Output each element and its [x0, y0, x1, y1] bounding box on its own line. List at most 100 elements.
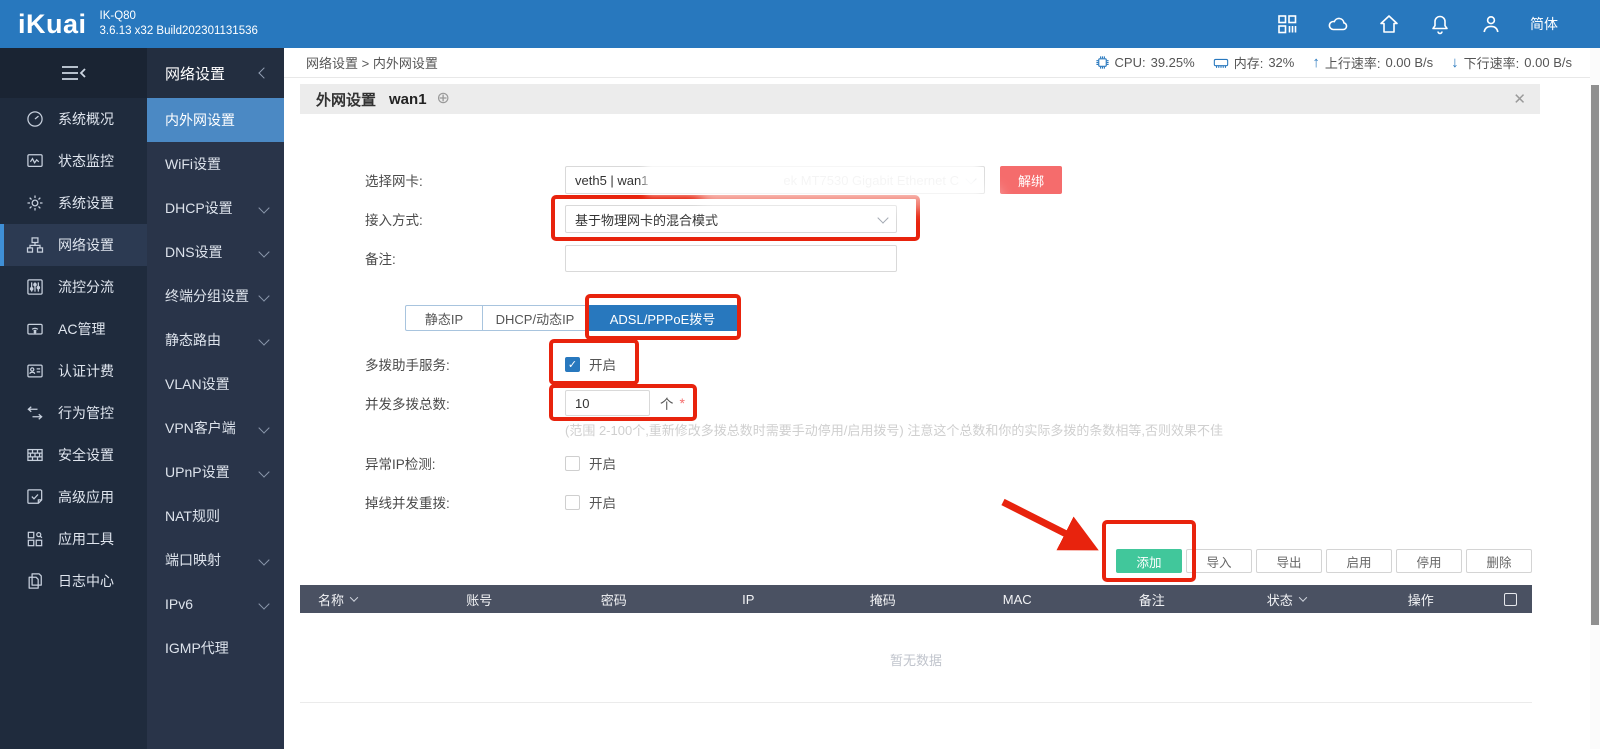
select-all-checkbox[interactable]: [1504, 593, 1517, 606]
sidebar-item-status-monitor[interactable]: 状态监控: [0, 140, 147, 182]
export-button[interactable]: 导出: [1256, 549, 1322, 573]
submenu-item-terminal-group-settings[interactable]: 终端分组设置: [147, 274, 284, 318]
sidebar-item-label: 应用工具: [58, 529, 114, 549]
wifi-router-icon: [25, 319, 45, 339]
submenu-item-nat-rules[interactable]: NAT规则: [147, 494, 284, 538]
tab-pppoe[interactable]: ADSL/PPPoE拨号: [588, 305, 738, 331]
sidebar-item-system-settings[interactable]: 系统设置: [0, 182, 147, 224]
delete-button[interactable]: 删除: [1466, 549, 1532, 573]
sidebar-item-label: 流控分流: [58, 277, 114, 297]
remark-input[interactable]: [565, 245, 897, 272]
submenu-item-label: DHCP设置: [165, 198, 233, 218]
submenu-header[interactable]: 网络设置: [147, 48, 284, 98]
submenu-item-label: NAT规则: [165, 506, 220, 526]
cloud-icon[interactable]: [1326, 12, 1350, 36]
empty-table-text: 暂无数据: [300, 641, 1532, 681]
sidebar-item-flow-control[interactable]: 流控分流: [0, 266, 147, 308]
table-bottom-border: [300, 702, 1532, 703]
gauge-icon: [25, 109, 45, 129]
submenu-item-label: IGMP代理: [165, 638, 229, 658]
language-switcher[interactable]: 简体: [1530, 14, 1558, 34]
submenu-item-label: DNS设置: [165, 242, 223, 262]
user-icon[interactable]: [1479, 12, 1503, 36]
app-logo: iKuai: [18, 9, 87, 40]
add-button[interactable]: 添加: [1116, 549, 1182, 573]
ip-check-on-label: 开启: [589, 453, 616, 473]
redial-row: 掉线并发重拨: 开启: [365, 488, 616, 516]
submenu-item-static-route[interactable]: 静态路由: [147, 318, 284, 362]
access-mode-select[interactable]: 基于物理网卡的混合模式: [565, 205, 897, 233]
nic-select[interactable]: veth5 | wan1 ek MT7530 Gigabit Ethernet …: [565, 166, 985, 194]
table-header: 名称 账号 密码 IP 掩码 MAC 备注 状态 操作: [300, 585, 1532, 613]
sidebar-item-network-settings[interactable]: 网络设置: [0, 224, 147, 266]
submenu-item-igmp-proxy[interactable]: IGMP代理: [147, 626, 284, 670]
tab-dhcp[interactable]: DHCP/动态IP: [483, 305, 588, 331]
import-button[interactable]: 导入: [1186, 549, 1252, 573]
sidebar-item-label: 状态监控: [58, 151, 114, 171]
submenu-item-vlan-settings[interactable]: VLAN设置: [147, 362, 284, 406]
redial-checkbox[interactable]: [565, 495, 580, 510]
scrollbar-thumb[interactable]: [1591, 85, 1599, 625]
unbind-button[interactable]: 解绑: [1000, 166, 1062, 194]
bell-icon[interactable]: [1428, 12, 1452, 36]
submenu-item-label: IPv6: [165, 596, 193, 612]
nic-value-prefix: veth5 | wan1: [575, 173, 648, 188]
disable-button[interactable]: 停用: [1396, 549, 1462, 573]
submenu-item-label: 端口映射: [165, 550, 221, 570]
tab-static-ip[interactable]: 静态IP: [405, 305, 483, 331]
device-model: IK-Q80: [100, 9, 258, 24]
submenu-item-dhcp-settings[interactable]: DHCP设置: [147, 186, 284, 230]
sidebar-item-ac-management[interactable]: AC管理: [0, 308, 147, 350]
sidebar-item-label: 日志中心: [58, 571, 114, 591]
dial-helper-checkbox[interactable]: ✓: [565, 357, 580, 372]
apps-grid-icon[interactable]: [1275, 12, 1299, 36]
secondary-sidebar: 网络设置 内外网设置 WiFi设置 DHCP设置 DNS设置 终端分组设置 静态…: [147, 48, 284, 749]
copy-pages-icon: [25, 571, 45, 591]
submenu-item-label: 终端分组设置: [165, 286, 249, 306]
memory-icon: [1213, 56, 1229, 70]
sidebar-item-log-center[interactable]: 日志中心: [0, 560, 147, 602]
submenu-item-wifi-settings[interactable]: WiFi设置: [147, 142, 284, 186]
home-icon[interactable]: [1377, 12, 1401, 36]
ip-check-checkbox[interactable]: [565, 456, 580, 471]
cpu-icon: [1095, 55, 1110, 70]
access-mode-row: 接入方式: 基于物理网卡的混合模式: [365, 205, 897, 233]
column-name[interactable]: 名称: [300, 590, 412, 609]
upload-value: 0.00 B/s: [1385, 55, 1433, 70]
download-value: 0.00 B/s: [1524, 55, 1572, 70]
sidebar-collapse-button[interactable]: [0, 48, 147, 98]
topbar-icons: 简体: [1275, 12, 1558, 36]
submenu-item-vpn-client[interactable]: VPN客户端: [147, 406, 284, 450]
sidebar-item-label: 安全设置: [58, 445, 114, 465]
submenu-item-label: VPN客户端: [165, 418, 236, 438]
dial-helper-on-label: 开启: [589, 354, 616, 374]
redial-on-label: 开启: [589, 492, 616, 512]
sidebar-item-behavior-control[interactable]: 行为管控: [0, 392, 147, 434]
sidebar-item-label: 系统设置: [58, 193, 114, 213]
submenu-item-dns-settings[interactable]: DNS设置: [147, 230, 284, 274]
dial-count-input[interactable]: [565, 390, 650, 416]
column-netmask: 掩码: [816, 590, 951, 609]
download-label: 下行速率:: [1464, 53, 1520, 72]
close-icon[interactable]: ✕: [1513, 90, 1526, 108]
enable-button[interactable]: 启用: [1326, 549, 1392, 573]
column-status[interactable]: 状态: [1219, 590, 1354, 609]
sidebar-item-app-tools[interactable]: 应用工具: [0, 518, 147, 560]
download-stat: ↓ 下行速率: 0.00 B/s: [1451, 53, 1572, 72]
sidebar-item-advanced-apps[interactable]: 高级应用: [0, 476, 147, 518]
chevron-down-icon: [258, 422, 269, 433]
remark-label: 备注:: [365, 248, 565, 268]
check-icon: ✓: [568, 358, 577, 371]
submenu-item-ipv6[interactable]: IPv6: [147, 582, 284, 626]
column-account: 账号: [412, 590, 547, 609]
interface-name: wan1: [389, 91, 427, 108]
sidebar-item-auth-billing[interactable]: 认证计费: [0, 350, 147, 392]
add-interface-icon[interactable]: ⊕: [437, 91, 450, 107]
sidebar-item-system-overview[interactable]: 系统概况: [0, 98, 147, 140]
submenu-item-port-mapping[interactable]: 端口映射: [147, 538, 284, 582]
sidebar-item-label: 行为管控: [58, 403, 114, 423]
sidebar-item-security-settings[interactable]: 安全设置: [0, 434, 147, 476]
submenu-item-upnp-settings[interactable]: UPnP设置: [147, 450, 284, 494]
submenu-item-wan-lan-settings[interactable]: 内外网设置: [147, 98, 284, 142]
dial-helper-row: 多拨助手服务: ✓ 开启: [365, 350, 616, 378]
